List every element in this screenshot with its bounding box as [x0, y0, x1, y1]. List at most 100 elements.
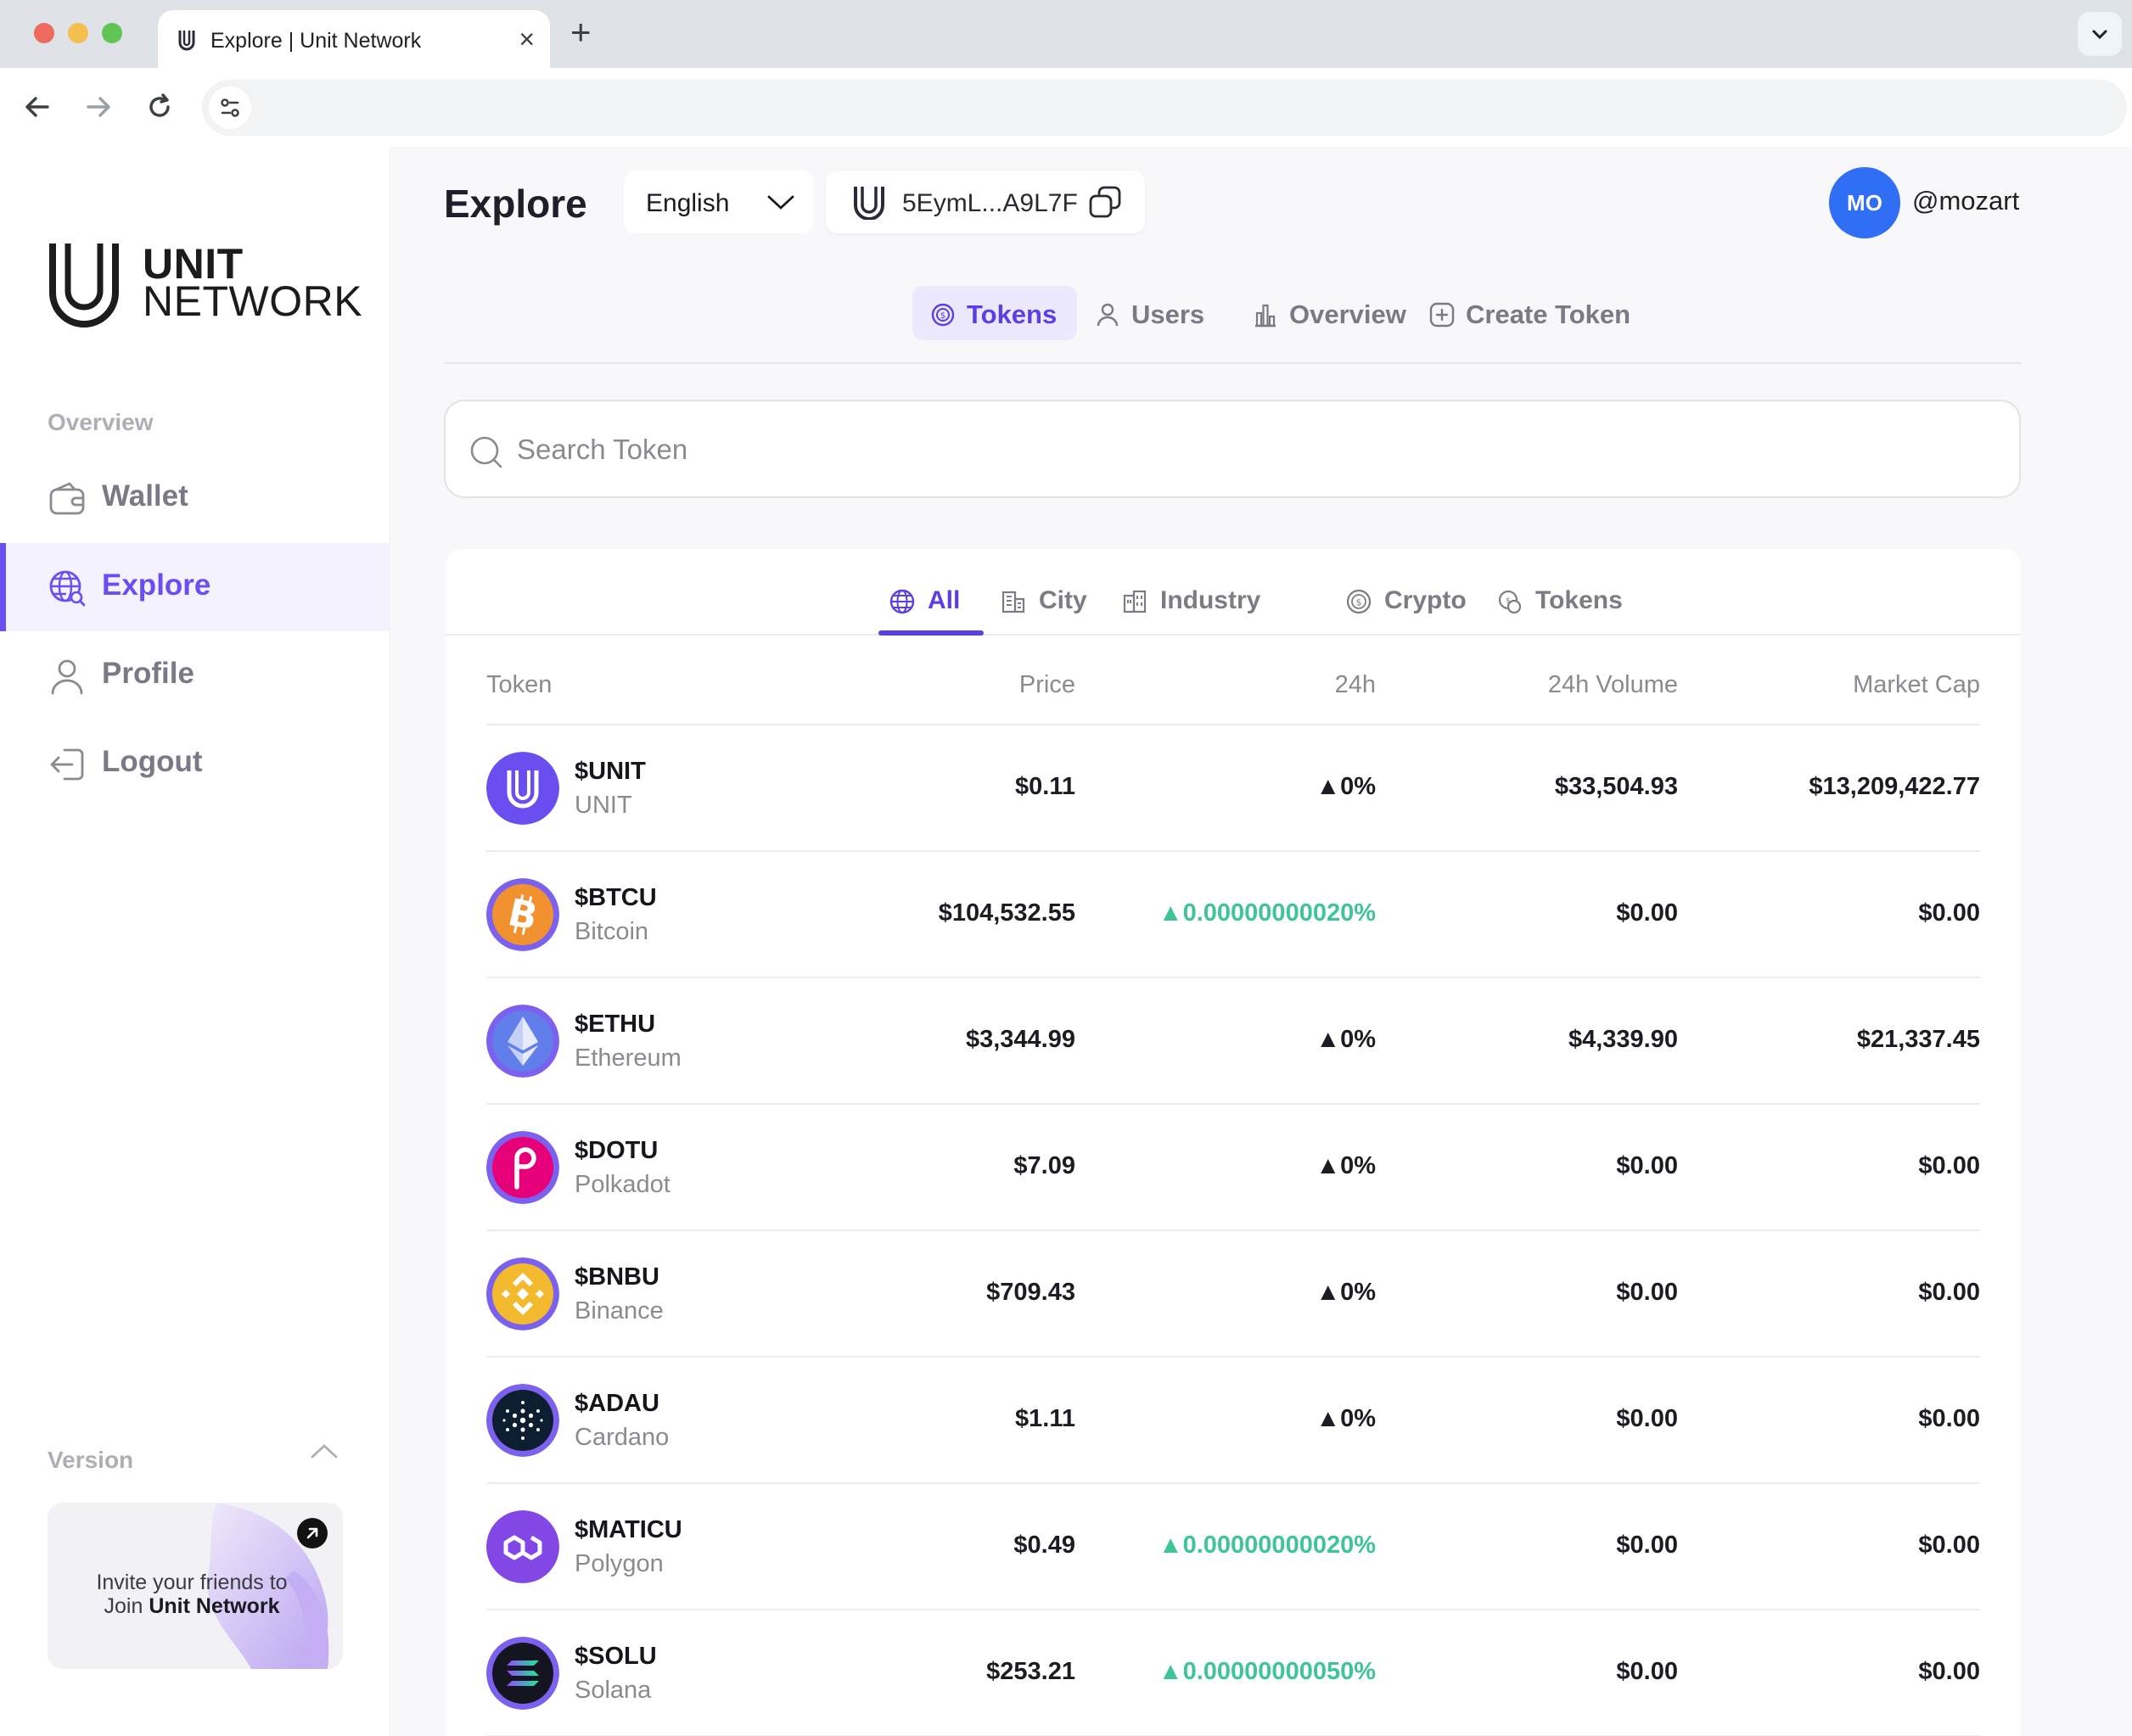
unit-favicon-icon	[178, 31, 195, 51]
unit-logo-icon	[854, 187, 884, 220]
tab-label: Create Token	[1466, 300, 1631, 329]
chevron-down-icon	[767, 195, 794, 210]
token-market-cap: $0.00	[1918, 1658, 1980, 1685]
wallet-address-chip[interactable]: 5EymL...A9L7F	[826, 171, 1145, 233]
tab-users[interactable]: Users	[1077, 286, 1204, 340]
token-price: $709.43	[986, 1279, 1075, 1306]
main-content: Explore English 5EymL...A9L7F MO @mozart…	[391, 147, 2132, 1736]
category-tab-label: Tokens	[1535, 586, 1623, 614]
table-row[interactable]: $ADAU Cardano $1.11 ▲0% $0.00 $0.00	[486, 1358, 1980, 1484]
navigation-row	[0, 68, 2132, 147]
table-row[interactable]: $SOLU Solana $253.21 ▲0.00000000050% $0.…	[486, 1610, 1980, 1736]
token-symbol: $BTCU	[575, 884, 657, 911]
category-tab-label: City	[1039, 586, 1087, 614]
coin-icon: $	[931, 303, 955, 327]
token-symbol: $BNBU	[575, 1263, 659, 1291]
industry-icon	[1123, 590, 1147, 613]
token-symbol: $SOLU	[575, 1643, 657, 1670]
site-settings-button[interactable]	[209, 87, 251, 129]
active-tab-indicator	[878, 630, 984, 636]
search-input[interactable]	[517, 427, 1960, 473]
invite-join: Join	[104, 1594, 143, 1618]
token-price: $1.11	[1015, 1405, 1075, 1432]
table-row[interactable]: $DOTU Polkadot $7.09 ▲0% $0.00 $0.00	[486, 1105, 1980, 1231]
token-market-cap: $0.00	[1918, 1532, 1980, 1559]
search-box[interactable]	[444, 400, 2021, 498]
unit-logo-icon	[49, 244, 119, 328]
token-price: $7.09	[1013, 1152, 1075, 1179]
logo-line-2: NETWORK	[143, 277, 363, 325]
token-symbol: $ADAU	[575, 1390, 659, 1417]
invite-card[interactable]: Invite your friends to Join Unit Network	[48, 1503, 343, 1669]
triangle-up-icon: ▲	[1316, 1026, 1341, 1053]
tab-create-token[interactable]: Create Token	[1411, 286, 1649, 340]
chevron-up-icon[interactable]	[309, 1441, 339, 1461]
cardano-logo-icon	[486, 1384, 559, 1457]
sidebar-section-label: Overview	[48, 409, 154, 435]
column-header-price: Price	[1018, 671, 1075, 698]
table-row[interactable]: $UNIT UNIT $0.11 ▲0% $33,504.93 $13,209,…	[486, 725, 1980, 852]
copy-icon[interactable]	[1087, 184, 1123, 220]
token-price: $3,344.99	[965, 1026, 1075, 1053]
bitcoin-logo-icon: B	[486, 878, 559, 951]
username[interactable]: @mozart	[1912, 186, 2019, 216]
token-volume: $33,504.93	[1554, 773, 1678, 800]
category-tab-label: Industry	[1160, 586, 1261, 614]
column-header-market-cap: Market Cap	[1853, 671, 1980, 698]
close-window-button[interactable]	[34, 23, 54, 43]
minimize-window-button[interactable]	[68, 23, 88, 43]
maximize-window-button[interactable]	[102, 23, 122, 43]
sidebar-item-explore[interactable]: Explore	[0, 543, 390, 631]
avatar[interactable]: MO	[1829, 167, 1900, 238]
language-value: English	[646, 189, 730, 217]
reload-icon[interactable]	[143, 90, 177, 124]
invite-text: Invite your friends to Join Unit Network	[81, 1571, 302, 1618]
invite-line-2: Join Unit Network	[81, 1594, 302, 1618]
globe-search-icon	[49, 570, 86, 607]
table-row[interactable]: $ETHU Ethereum $3,344.99 ▲0% $4,339.90 $…	[486, 978, 1980, 1105]
token-rows: $UNIT UNIT $0.11 ▲0% $33,504.93 $13,209,…	[486, 725, 1980, 1736]
logout-icon	[50, 748, 84, 781]
change-value: 0.00000000020%	[1182, 899, 1376, 927]
token-market-cap: $0.00	[1918, 1152, 1980, 1179]
category-tabs: All City Industry $ Crypto $ Tokens	[446, 549, 2021, 636]
token-price: $0.49	[1013, 1532, 1075, 1559]
tab-overview[interactable]: Overview	[1235, 286, 1406, 340]
sidebar-item-logout[interactable]: Logout	[0, 720, 390, 808]
forward-arrow-icon[interactable]	[81, 90, 115, 124]
search-icon	[470, 436, 502, 468]
arrow-up-right-icon[interactable]	[297, 1518, 328, 1548]
token-volume: $4,339.90	[1568, 1026, 1678, 1053]
globe-icon	[889, 589, 915, 614]
tab-tokens[interactable]: $ Tokens	[912, 286, 1077, 340]
ethereum-logo-icon	[486, 1005, 559, 1078]
explore-tabs: $ Tokens Users Overview Create Token	[444, 283, 2021, 364]
new-tab-button[interactable]: +	[570, 14, 592, 51]
triangle-up-icon: ▲	[1158, 1532, 1183, 1559]
address-bar[interactable]	[202, 80, 2127, 136]
language-select[interactable]: English	[624, 171, 814, 233]
change-value: 0.00000000050%	[1182, 1658, 1376, 1685]
tab-bar: Explore | Unit Network × +	[0, 0, 2132, 68]
triangle-up-icon: ▲	[1158, 899, 1183, 927]
token-name: Cardano	[575, 1424, 670, 1451]
tab-close-icon[interactable]: ×	[519, 22, 535, 56]
category-tab-label: All	[928, 586, 961, 614]
token-market-cap: $13,209,422.77	[1809, 773, 1980, 800]
browser-tab[interactable]: Explore | Unit Network ×	[158, 10, 550, 68]
user-icon	[1097, 303, 1119, 327]
version-label: Version	[48, 1447, 134, 1473]
tab-label: Users	[1131, 300, 1205, 329]
token-symbol: $ETHU	[575, 1011, 656, 1038]
back-arrow-icon[interactable]	[20, 90, 54, 124]
table-row[interactable]: $MATICU Polygon $0.49 ▲0.00000000020% $0…	[486, 1484, 1980, 1610]
tab-search-button[interactable]	[2078, 12, 2122, 56]
table-row[interactable]: $BNBU Binance $709.43 ▲0% $0.00 $0.00	[486, 1231, 1980, 1358]
tab-title: Explore | Unit Network	[210, 29, 422, 53]
sidebar-item-wallet[interactable]: Wallet	[0, 454, 390, 542]
sidebar-item-label: Explore	[102, 568, 211, 602]
table-row[interactable]: B $BTCU Bitcoin $104,532.55 ▲0.000000000…	[486, 852, 1980, 978]
token-price: $104,532.55	[938, 899, 1075, 927]
sidebar-item-profile[interactable]: Profile	[0, 631, 390, 720]
svg-text:$: $	[1506, 597, 1511, 606]
